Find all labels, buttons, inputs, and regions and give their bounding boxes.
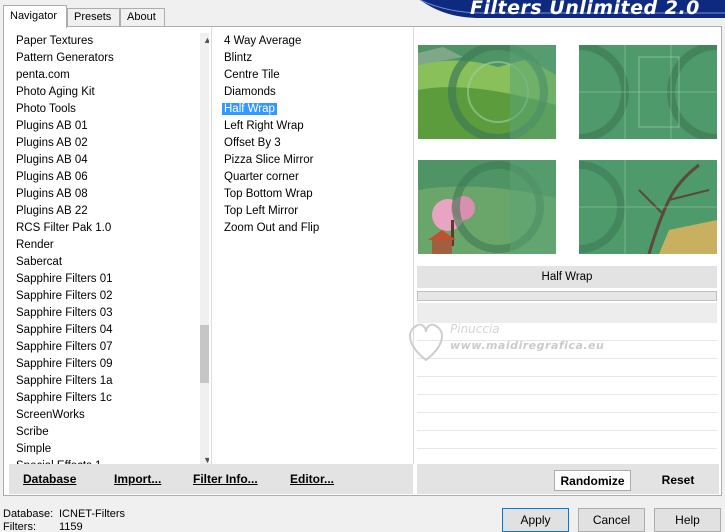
apply-button[interactable]: Apply — [502, 508, 569, 532]
database-label: Database: — [3, 508, 54, 520]
scroll-thumb[interactable] — [200, 325, 209, 383]
filter-item-label: Blintz — [224, 52, 253, 64]
category-item[interactable]: Plugins AB 08 — [13, 186, 209, 203]
filter-item[interactable]: Top Bottom Wrap — [221, 186, 416, 203]
category-item[interactable]: ScreenWorks — [13, 407, 209, 424]
category-item[interactable]: Sapphire Filters 01 — [13, 271, 209, 288]
navigator-panel: Paper Textures Pattern Generators penta.co… — [3, 26, 722, 496]
filter-info-button[interactable]: Filter Info... — [193, 472, 258, 486]
list-toolbar: Database Import... Filter Info... Editor… — [9, 464, 413, 494]
filter-item[interactable]: Left Right Wrap — [221, 118, 416, 135]
category-scrollbar[interactable]: ▲ ▼ — [200, 33, 209, 468]
category-item[interactable]: Plugins AB 04 — [13, 152, 209, 169]
filters-label: Filters: — [3, 521, 36, 532]
filter-item-label: Offset By 3 — [224, 137, 281, 149]
filter-item-label: Diamonds — [224, 86, 276, 98]
preview-result-bottom — [579, 160, 717, 254]
database-value: ICNET-Filters — [59, 508, 125, 520]
preview-toolbar: Randomize Reset — [417, 464, 719, 494]
preview-original-bottom — [418, 160, 556, 254]
category-item[interactable]: Photo Aging Kit — [13, 84, 209, 101]
category-item[interactable]: RCS Filter Pak 1.0 — [13, 220, 209, 237]
category-item[interactable]: Pattern Generators — [13, 50, 209, 67]
divider — [417, 394, 717, 395]
database-button[interactable]: Database — [23, 472, 76, 486]
filters-count: 1159 — [59, 521, 83, 532]
filter-item[interactable]: Quarter corner — [221, 169, 416, 186]
filter-items: 4 Way Average Blintz Centre Tile Diamonds Ha… — [221, 33, 416, 237]
filter-item-label: Left Right Wrap — [224, 120, 304, 132]
banner-title: Filters Unlimited 2.0 — [470, 0, 700, 19]
tab-presets[interactable]: Presets — [67, 8, 120, 27]
category-item[interactable]: Sapphire Filters 1a — [13, 373, 209, 390]
category-item[interactable]: Simple — [13, 441, 209, 458]
category-item[interactable]: Sapphire Filters 09 — [13, 356, 209, 373]
divider — [417, 412, 717, 413]
category-item[interactable]: Paper Textures — [13, 33, 209, 50]
import-button[interactable]: Import... — [114, 472, 161, 486]
filter-list[interactable]: 4 Way Average Blintz Centre Tile Diamonds Ha… — [221, 33, 416, 453]
divider — [417, 448, 717, 449]
category-item[interactable]: Sapphire Filters 07 — [13, 339, 209, 356]
filter-item[interactable]: Diamonds — [221, 84, 416, 101]
filter-item-label: Zoom Out and Flip — [224, 222, 320, 234]
category-items: Paper Textures Pattern Generators penta.co… — [13, 33, 209, 475]
parameter-area — [417, 303, 717, 323]
category-item[interactable]: Render — [13, 237, 209, 254]
category-item[interactable]: Sapphire Filters 03 — [13, 305, 209, 322]
category-item[interactable]: Plugins AB 22 — [13, 203, 209, 220]
cancel-button[interactable]: Cancel — [578, 508, 645, 532]
filter-item-label: Top Bottom Wrap — [224, 188, 313, 200]
category-list[interactable]: Paper Textures Pattern Generators penta.co… — [13, 33, 209, 491]
category-item[interactable]: penta.com — [13, 67, 209, 84]
divider — [417, 358, 717, 359]
filter-item-label: Quarter corner — [224, 171, 299, 183]
filter-item[interactable]: Centre Tile — [221, 67, 416, 84]
reset-button[interactable]: Reset — [643, 470, 713, 491]
filter-item[interactable]: 4 Way Average — [221, 33, 416, 50]
filter-item[interactable]: Half Wrap — [221, 101, 416, 118]
filter-name-display: Half Wrap — [417, 266, 717, 288]
category-item[interactable]: Plugins AB 02 — [13, 135, 209, 152]
category-item[interactable]: Sapphire Filters 04 — [13, 322, 209, 339]
filter-item[interactable]: Blintz — [221, 50, 416, 67]
randomize-button[interactable]: Randomize — [554, 470, 631, 491]
filter-item-label: Half Wrap — [222, 103, 277, 115]
database-status: Database: ICNET-Filters — [3, 508, 125, 520]
filter-item-label: 4 Way Average — [224, 35, 302, 47]
divider — [211, 27, 212, 464]
filter-item-label: Top Left Mirror — [224, 205, 299, 217]
help-button[interactable]: Help — [654, 508, 721, 532]
progress-bar — [417, 291, 717, 301]
filter-item[interactable]: Pizza Slice Mirror — [221, 152, 416, 169]
preview-original-top — [418, 45, 556, 139]
filter-item[interactable]: Offset By 3 — [221, 135, 416, 152]
product-banner: Filters Unlimited 2.0 — [420, 0, 725, 20]
category-item[interactable]: Scribe — [13, 424, 209, 441]
filter-item[interactable]: Top Left Mirror — [221, 203, 416, 220]
tab-navigator[interactable]: Navigator — [3, 5, 67, 28]
divider — [413, 27, 414, 464]
tab-about[interactable]: About — [120, 8, 165, 27]
category-item[interactable]: Plugins AB 01 — [13, 118, 209, 135]
divider — [417, 430, 717, 431]
category-item[interactable]: Sapphire Filters 02 — [13, 288, 209, 305]
preview-result-top — [579, 45, 717, 139]
divider — [417, 376, 717, 377]
watermark-name: Pinuccia — [450, 322, 500, 336]
category-item[interactable]: Plugins AB 06 — [13, 169, 209, 186]
filter-item-label: Centre Tile — [224, 69, 280, 81]
filter-item[interactable]: Zoom Out and Flip — [221, 220, 416, 237]
filter-item-label: Pizza Slice Mirror — [224, 154, 314, 166]
divider — [417, 340, 717, 341]
filters-status: Filters: 1159 — [3, 521, 83, 532]
category-item[interactable]: Sabercat — [13, 254, 209, 271]
editor-button[interactable]: Editor... — [290, 472, 334, 486]
chevron-up-icon[interactable]: ▲ — [200, 33, 209, 48]
category-item[interactable]: Photo Tools — [13, 101, 209, 118]
category-item[interactable]: Sapphire Filters 1c — [13, 390, 209, 407]
